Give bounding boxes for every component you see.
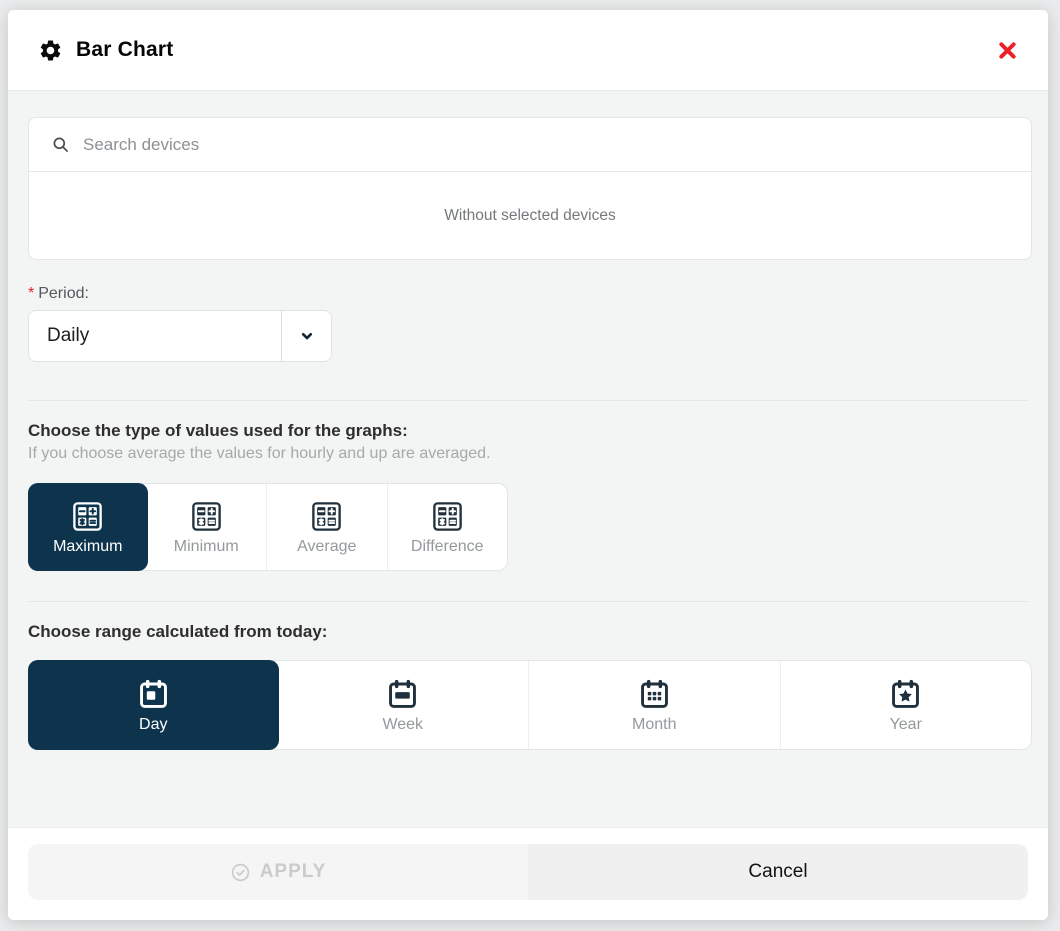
period-caret-box[interactable]	[281, 311, 331, 361]
chevron-down-icon	[297, 326, 317, 346]
calculator-icon	[430, 499, 465, 534]
value-type-label: Minimum	[174, 538, 239, 556]
search-devices-input[interactable]	[83, 135, 1009, 155]
range-week-button[interactable]: Week	[278, 661, 529, 749]
calculator-icon	[70, 499, 105, 534]
range-group: Day Week Month	[28, 660, 1032, 750]
range-month-button[interactable]: Month	[528, 661, 780, 749]
period-label: *Period:	[28, 285, 1028, 303]
section-divider	[28, 601, 1028, 602]
range-heading: Choose range calculated from today:	[28, 622, 1028, 642]
period-selected-value: Daily	[29, 311, 281, 361]
bar-chart-dialog: Bar Chart Without selected devices *Peri…	[8, 10, 1048, 920]
dialog-footer: APPLY Cancel	[8, 827, 1048, 920]
period-select[interactable]: Daily	[28, 310, 332, 362]
device-search-row	[29, 118, 1031, 172]
period-label-text: Period:	[38, 285, 89, 302]
dialog-body: Without selected devices *Period: Daily …	[8, 91, 1048, 827]
value-type-group: Maximum Minimum Average	[28, 483, 508, 571]
calculator-icon	[189, 499, 224, 534]
device-picker: Without selected devices	[28, 117, 1032, 260]
calendar-year-icon	[888, 677, 923, 712]
calculator-icon	[309, 499, 344, 534]
value-type-label: Maximum	[53, 538, 122, 556]
value-type-subheading: If you choose average the values for hou…	[28, 445, 1028, 463]
value-type-heading: Choose the type of values used for the g…	[28, 421, 1028, 441]
apply-label: APPLY	[260, 861, 327, 883]
range-label: Week	[382, 716, 423, 734]
value-type-label: Average	[297, 538, 356, 556]
range-day-button[interactable]: Day	[28, 660, 279, 750]
search-icon	[51, 135, 70, 154]
range-label: Day	[139, 716, 167, 734]
apply-button[interactable]: APPLY	[28, 844, 528, 900]
value-type-average-button[interactable]: Average	[266, 484, 387, 570]
value-type-maximum-button[interactable]: Maximum	[28, 483, 148, 571]
value-type-minimum-button[interactable]: Minimum	[147, 484, 267, 570]
range-label: Year	[890, 716, 922, 734]
required-asterisk: *	[28, 285, 34, 302]
range-year-button[interactable]: Year	[780, 661, 1032, 749]
section-divider	[28, 400, 1028, 401]
calendar-day-icon	[136, 677, 171, 712]
devices-empty-state: Without selected devices	[29, 172, 1031, 259]
close-button[interactable]	[992, 35, 1022, 65]
range-label: Month	[632, 716, 676, 734]
calendar-week-icon	[385, 677, 420, 712]
check-circle-icon	[230, 862, 251, 883]
cancel-button[interactable]: Cancel	[528, 844, 1028, 900]
close-icon	[997, 40, 1018, 61]
value-type-label: Difference	[411, 538, 484, 556]
dialog-title: Bar Chart	[76, 38, 174, 62]
dialog-header: Bar Chart	[8, 10, 1048, 91]
gear-icon	[38, 38, 63, 63]
calendar-month-icon	[637, 677, 672, 712]
value-type-difference-button[interactable]: Difference	[387, 484, 508, 570]
